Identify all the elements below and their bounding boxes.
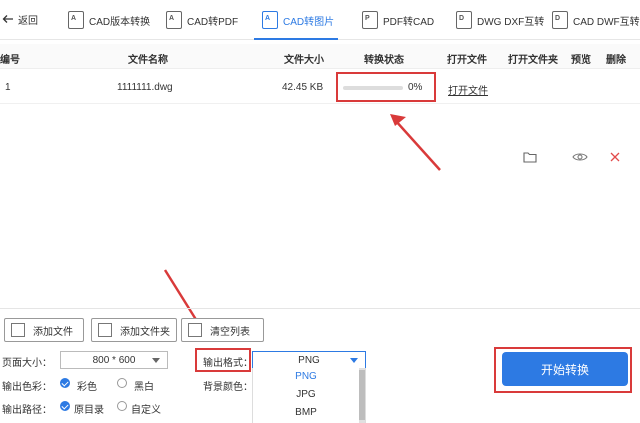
clear-doc-icon (188, 323, 202, 337)
radio-custom-dir[interactable] (117, 401, 127, 411)
output-format-value: PNG (298, 354, 320, 366)
app-window: 返回 A CAD版本转换 A CAD转PDF A CAD转图片 P PDF转CA… (0, 0, 640, 423)
format-option-bmp[interactable]: BMP (253, 407, 359, 418)
add-file-label: 添加文件 (33, 326, 73, 338)
radio-bw[interactable] (117, 378, 127, 388)
radio-bw-label: 黑白 (134, 382, 154, 393)
scroll-thumb[interactable] (359, 370, 365, 420)
chevron-down-icon (152, 358, 160, 363)
output-format-label: 输出格式： (203, 358, 253, 369)
add-folder-button[interactable]: 添加文件夹 (91, 318, 177, 342)
clear-list-label: 清空列表 (210, 326, 250, 338)
radio-color-label: 彩色 (77, 382, 97, 393)
radio-color[interactable] (60, 378, 70, 388)
start-convert-button[interactable]: 开始转换 (502, 352, 628, 386)
radio-original-dir[interactable] (60, 401, 70, 411)
format-dropdown-list: PNG JPG BMP (252, 368, 366, 423)
start-convert-label: 开始转换 (540, 362, 589, 377)
chevron-down-icon (350, 358, 358, 363)
divider (0, 308, 640, 309)
output-format-select[interactable]: PNG (252, 351, 366, 369)
clear-list-button[interactable]: 清空列表 (181, 318, 264, 342)
file-icon (11, 323, 25, 337)
page-size-select[interactable]: 800 * 600 (60, 351, 168, 369)
output-path-label: 输出路径： (2, 405, 52, 416)
background-color-label: 背景颜色： (203, 382, 253, 393)
radio-custom-dir-label: 自定义 (131, 405, 161, 416)
page-size-value: 800 * 600 (92, 354, 136, 366)
page-size-label: 页面大小： (2, 358, 52, 369)
format-option-jpg[interactable]: JPG (253, 389, 359, 400)
output-color-label: 输出色彩： (2, 382, 52, 393)
dropdown-scrollbar[interactable] (359, 368, 365, 423)
add-folder-label: 添加文件夹 (120, 326, 170, 338)
add-file-button[interactable]: 添加文件 (4, 318, 84, 342)
folder-icon (98, 323, 112, 337)
format-option-png[interactable]: PNG (253, 371, 359, 382)
radio-original-dir-label: 原目录 (74, 405, 104, 416)
